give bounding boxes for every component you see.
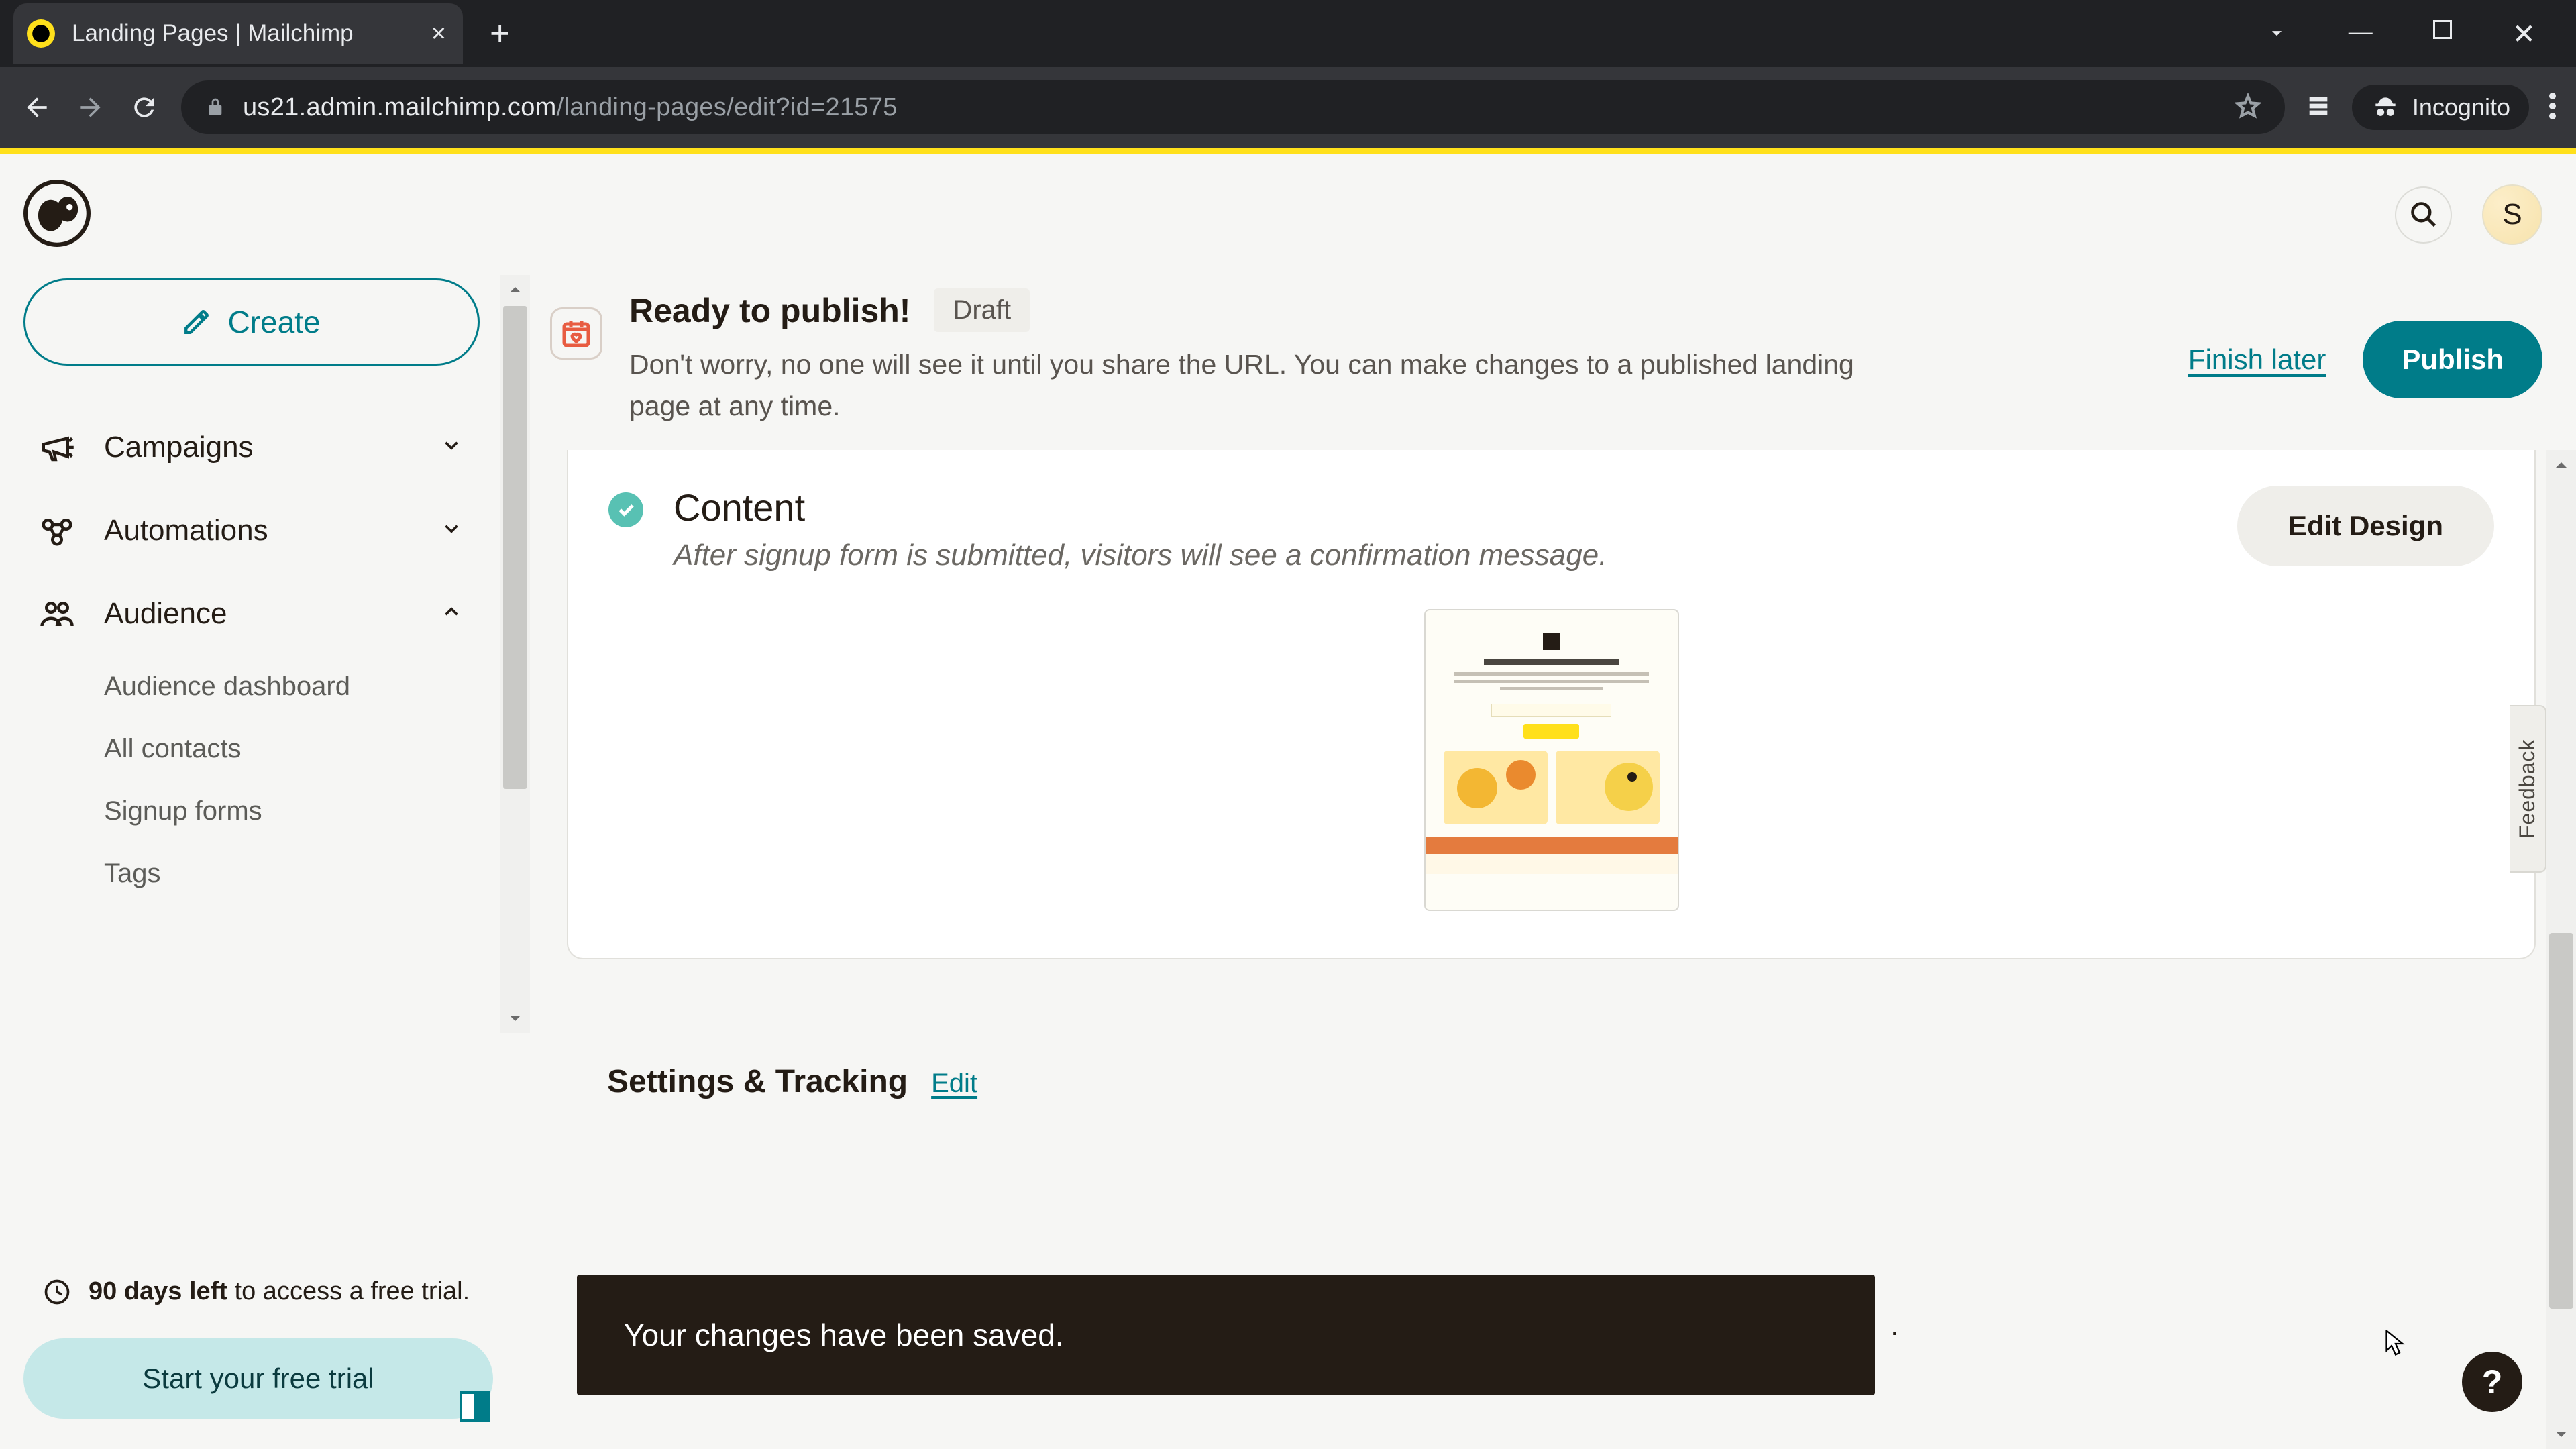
settings-section-card: Settings & Tracking Edit [567,1033,2536,1154]
start-trial-button[interactable]: Start your free trial [23,1338,493,1419]
publish-button[interactable]: Publish [2363,321,2542,398]
forward-icon [74,91,107,124]
settings-row-trailing: . [1890,1309,1898,1342]
scroll-up-icon[interactable] [500,275,530,305]
maximize-icon[interactable] [2433,20,2452,39]
main-scrollbar[interactable] [2546,450,2576,1449]
trial-text: 90 days left to access a free trial. [89,1273,470,1310]
status-badge: Draft [934,288,1030,332]
sidebar-subitem-signup[interactable]: Signup forms [23,780,476,843]
browser-toolbar: us21.admin.mailchimp.com/landing-pages/e… [0,67,2576,148]
new-tab-button[interactable]: + [490,13,510,54]
content-title: Content [674,486,1607,529]
app-root: S Create Campaigns Automations [0,154,2576,1449]
tab-title: Landing Pages | Mailchimp [72,20,354,47]
intercom-launcher-icon[interactable] [460,1391,490,1422]
extensions-icon[interactable] [2305,93,2332,123]
main-content: Ready to publish! Draft Don't worry, no … [530,275,2576,1449]
reload-icon[interactable] [127,91,161,124]
publish-description: Don't worry, no one will see it until yo… [629,344,1904,427]
window-controls: — ✕ [2265,17,2576,50]
main-scroll-area: Content After signup form is submitted, … [530,450,2576,1449]
back-icon[interactable] [20,91,54,124]
toast-message: Your changes have been saved. [624,1317,1064,1353]
sidebar-label: Campaigns [104,431,254,464]
user-avatar[interactable]: S [2482,184,2542,245]
scroll-up-icon[interactable] [2546,450,2576,480]
finish-later-link[interactable]: Finish later [2188,343,2326,376]
sidebar: Create Campaigns Automations Audience [0,275,530,1449]
incognito-label: Incognito [2412,93,2510,121]
app-header: S [0,154,2576,275]
chevron-up-icon [440,597,463,631]
landing-page-preview[interactable] [1424,609,1679,911]
incognito-icon [2371,93,2400,122]
settings-title: Settings & Tracking [607,1063,908,1100]
search-icon [2409,200,2438,229]
audience-icon [37,594,77,634]
search-button[interactable] [2395,186,2452,244]
sidebar-label: Automations [104,514,268,547]
lock-icon[interactable] [205,97,226,118]
sidebar-subitem-contacts[interactable]: All contacts [23,718,476,780]
close-tab-icon[interactable]: × [431,21,446,46]
pencil-icon [182,308,211,336]
sidebar-scrollbar[interactable] [500,275,530,1033]
close-window-icon[interactable]: ✕ [2512,17,2536,50]
mouse-cursor [2385,1330,2406,1358]
publish-bar: Ready to publish! Draft Don't worry, no … [530,275,2576,450]
sidebar-item-automations[interactable]: Automations [23,489,476,572]
scroll-down-icon[interactable] [2546,1419,2576,1449]
clock-icon [42,1277,72,1307]
url-text: us21.admin.mailchimp.com/landing-pages/e… [243,93,898,122]
sidebar-item-campaigns[interactable]: Campaigns [23,406,476,489]
browser-tab-strip: Landing Pages | Mailchimp × + — ✕ [0,0,2576,67]
create-button[interactable]: Create [23,278,480,366]
automation-icon [37,511,77,551]
browser-menu-icon[interactable] [2549,93,2556,123]
sidebar-subitem-tags[interactable]: Tags [23,843,476,905]
minimize-icon[interactable]: — [2349,17,2373,50]
help-button[interactable]: ? [2462,1352,2522,1412]
edit-design-button[interactable]: Edit Design [2237,486,2494,566]
scrollbar-thumb[interactable] [2549,933,2573,1309]
sidebar-item-audience[interactable]: Audience [23,572,476,655]
content-subtitle: After signup form is submitted, visitors… [674,539,1607,572]
scroll-down-icon[interactable] [500,1004,530,1033]
incognito-badge[interactable]: Incognito [2352,85,2529,130]
content-section-card: Content After signup form is submitted, … [567,450,2536,959]
bookmark-star-icon[interactable] [2235,93,2261,123]
megaphone-icon [37,427,77,468]
sidebar-label: Audience [104,597,227,631]
calendar-heart-icon [550,307,602,360]
save-toast: Your changes have been saved. [577,1275,1875,1395]
chevron-down-icon [440,431,463,464]
feedback-tab[interactable]: Feedback [2510,705,2546,873]
create-label: Create [227,304,320,340]
sidebar-subitem-dashboard[interactable]: Audience dashboard [23,655,476,718]
publish-title: Ready to publish! [629,291,910,330]
address-bar[interactable]: us21.admin.mailchimp.com/landing-pages/e… [181,80,2285,134]
trial-banner: 90 days left to access a free trial. Sta… [23,1258,493,1419]
scrollbar-thumb[interactable] [503,306,527,789]
check-circle-icon [608,492,643,527]
browser-tab-active[interactable]: Landing Pages | Mailchimp × [13,3,463,64]
tab-search-icon[interactable] [2265,17,2288,50]
chevron-down-icon [440,514,463,547]
settings-edit-link[interactable]: Edit [931,1069,977,1099]
mailchimp-logo[interactable] [23,180,91,250]
brand-accent-bar [0,148,2576,154]
mailchimp-favicon [27,19,55,48]
